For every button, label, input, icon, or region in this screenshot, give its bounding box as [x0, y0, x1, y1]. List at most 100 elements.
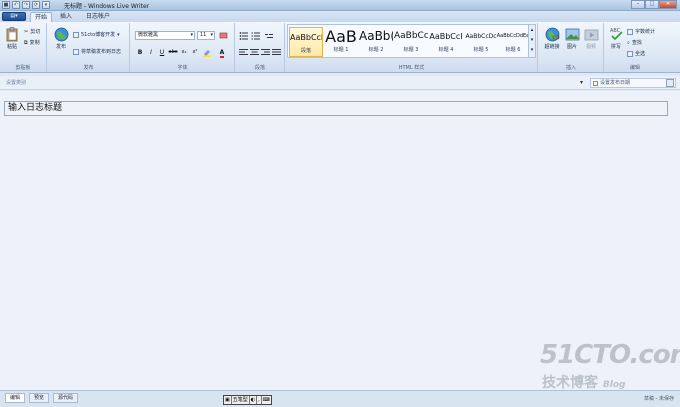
cut-button[interactable]: ✂ 剪切 [24, 28, 40, 36]
group-label-clipboard: 剪贴板 [15, 65, 31, 71]
bullet-list-button[interactable] [239, 31, 249, 40]
select-all-button[interactable]: 全选 [627, 50, 645, 57]
post-title-input[interactable]: 输入日志标题 [4, 101, 668, 116]
category-dropdown-icon[interactable]: ▾ [580, 79, 583, 86]
style-heading-2[interactable]: AaBb( 标题 2 [359, 27, 393, 57]
watermark-logo: 51CTO.com [540, 340, 680, 370]
numbered-list-icon [251, 32, 260, 40]
video-button[interactable]: 视频 [582, 27, 600, 50]
tab-blog-account[interactable]: 日志帐户 [82, 12, 114, 22]
align-left-button[interactable] [239, 48, 249, 57]
strikethrough-button[interactable]: abc [168, 48, 178, 57]
bold-button[interactable]: B [135, 48, 145, 57]
style-paragraph[interactable]: AaBbCcD 段落 [289, 27, 323, 57]
style-heading-6[interactable]: AaBbCcDdEe 标题 6 [496, 27, 530, 57]
ime-icon[interactable]: ▣ [224, 396, 232, 404]
ribbon: 粘贴 ✂ 剪切 ⧉ 复制 剪贴板 发布 51cto博客开发 ▾ 将草稿发布到日志 发… [0, 22, 680, 73]
tab-source[interactable]: 源代码 [53, 393, 79, 403]
style-gallery: AaBbCcD 段落 AaB 标题 1 AaBb( 标题 2 AaBbCc 标题… [287, 24, 536, 58]
eraser-icon [219, 32, 227, 39]
minimize-button[interactable]: – [631, 0, 645, 9]
category-bar: 设置类别 ▾ 设置发布日期 [0, 76, 680, 90]
group-clipboard: 粘贴 ✂ 剪切 ⧉ 复制 剪贴板 [0, 23, 47, 72]
category-selector[interactable]: 设置类别 [6, 79, 26, 86]
post-draft-button[interactable]: 将草稿发布到日志 [73, 48, 121, 55]
save-icon[interactable]: ■ [2, 1, 10, 9]
align-center-icon [250, 49, 259, 55]
redo-icon[interactable]: ↷ [22, 1, 30, 9]
font-name-combo[interactable]: 微软雅黑 ▾ [135, 31, 195, 40]
group-label-font: 字体 [177, 65, 188, 71]
italic-button[interactable]: I [146, 48, 156, 57]
word-count-button[interactable]: 字数统计 [627, 28, 655, 35]
numbered-list-button[interactable] [251, 31, 261, 40]
blog-icon [73, 31, 79, 38]
underline-button[interactable]: U [157, 48, 167, 57]
font-size-combo[interactable]: 11 ▾ [197, 31, 215, 40]
find-button[interactable]: ⌕ 查找 [627, 39, 642, 47]
hyperlink-button[interactable]: 超链接 [541, 27, 563, 50]
paste-button[interactable]: 粘贴 [3, 27, 21, 50]
close-button[interactable]: ✕ [659, 0, 677, 9]
status-text: 草稿 - 未保存 [644, 396, 674, 402]
font-color-icon: A [219, 49, 225, 58]
style-heading-5[interactable]: AaBbCcDc 标题 5 [464, 27, 498, 57]
quote-icon [265, 34, 273, 38]
tab-edit[interactable]: 编辑 [5, 393, 26, 403]
chevron-down-icon: ▾ [190, 32, 193, 38]
bottom-bar: 编辑 预览 源代码 ▣ 五笔型 ◐ , ⌨ 草稿 - 未保存 [0, 390, 680, 407]
style-heading-3[interactable]: AaBbCc 标题 3 [394, 27, 428, 57]
picture-button[interactable]: 图片 [563, 27, 581, 50]
style-heading-4[interactable]: AaBbCcI 标题 4 [429, 27, 463, 57]
scissors-icon: ✂ [24, 28, 29, 35]
moon-icon[interactable]: ◐ [250, 396, 258, 404]
select-all-icon [627, 50, 633, 57]
ribbon-tab-strip: ▤▾ 开始 插入 日志帐户 [0, 11, 680, 22]
paste-icon [6, 27, 18, 42]
undo-icon[interactable]: ↶ [12, 1, 20, 9]
style-heading-1[interactable]: AaB 标题 1 [324, 27, 358, 57]
group-insert: 超链接 图片 视频 插入 [539, 23, 604, 72]
app-menu-button[interactable]: ▤▾ [2, 12, 26, 21]
superscript-button[interactable]: x² [190, 48, 200, 57]
tab-home[interactable]: 开始 [30, 12, 53, 22]
copy-icon: ⧉ [24, 39, 28, 46]
align-right-icon [261, 49, 270, 55]
hyperlink-icon [545, 27, 559, 42]
draft-icon [73, 48, 79, 55]
tab-preview[interactable]: 预览 [29, 393, 50, 403]
calendar-icon[interactable] [666, 79, 674, 87]
align-left-icon [239, 49, 248, 55]
word-count-icon [627, 28, 633, 35]
group-label-paragraph: 段落 [254, 65, 265, 71]
find-icon: ⌕ [627, 39, 630, 46]
quick-access-toolbar: ■ ↶ ↷ ⟳ ▾ [2, 1, 50, 9]
font-color-button[interactable]: A [217, 48, 227, 58]
subscript-button[interactable]: x₂ [179, 48, 189, 57]
qat-dropdown-icon[interactable]: ▾ [42, 1, 50, 9]
align-right-button[interactable] [261, 48, 271, 57]
ime-toolbar[interactable]: ▣ 五笔型 ◐ , ⌨ [223, 395, 272, 405]
window-controls: – □ ✕ [631, 0, 677, 9]
group-publish: 发布 51cto博客开发 ▾ 将草稿发布到日志 发布 [48, 23, 130, 72]
publish-date-field[interactable]: 设置发布日期 [590, 78, 676, 88]
copy-button[interactable]: ⧉ 复制 [24, 39, 40, 47]
clear-format-button[interactable] [218, 31, 228, 40]
spell-check-button[interactable]: ABC 拼写 [607, 26, 625, 50]
keyboard-icon[interactable]: ⌨ [262, 396, 271, 404]
group-label-html-styles: HTML 样式 [398, 65, 425, 71]
ime-mode[interactable]: 五笔型 [232, 396, 250, 404]
blog-account-dropdown[interactable]: 51cto博客开发 ▾ [73, 31, 120, 38]
publish-button[interactable]: 发布 [51, 27, 71, 50]
tab-insert[interactable]: 插入 [56, 12, 76, 22]
style-gallery-scroll[interactable]: ▴ ▾ ▾ [528, 25, 535, 57]
justify-button[interactable] [272, 48, 282, 57]
block-quote-button[interactable] [264, 31, 274, 40]
chevron-down-icon: ▾ [210, 32, 213, 38]
publish-date-checkbox[interactable] [593, 80, 598, 86]
spell-check-icon: ABC [610, 28, 623, 41]
maximize-button[interactable]: □ [645, 0, 659, 9]
highlight-button[interactable] [202, 48, 212, 57]
align-center-button[interactable] [250, 48, 260, 57]
refresh-icon[interactable]: ⟳ [32, 1, 40, 9]
